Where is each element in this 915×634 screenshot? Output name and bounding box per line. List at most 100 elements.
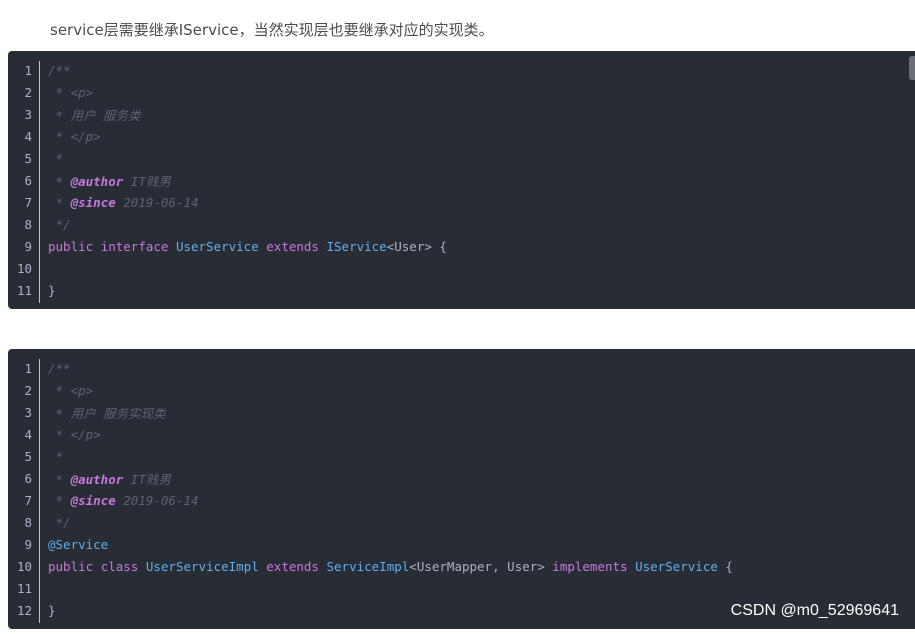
line-number: 10 [16,260,32,276]
code-token: /** [48,62,71,78]
code-line: 8 */ [8,511,915,533]
code-token: @Service [48,536,109,552]
line-number: 8 [24,514,32,530]
code-token: * <p> [48,382,94,398]
line-number-divider [39,359,40,623]
code-token: IService [326,238,387,254]
line-number: 3 [24,106,32,122]
line-number: 5 [24,448,32,464]
code-token: IT贱男 [123,173,171,189]
code-line: 3 * 用户 服务类 [8,103,915,125]
code-token: * [48,194,71,210]
code-line: 1 /** [8,59,915,81]
code-line: 7 * @since 2019-06-14 [8,489,915,511]
code-token: */ [48,216,71,232]
code-token: * </p> [48,426,101,442]
code-token: UserService [175,238,259,254]
line-number: 6 [24,470,32,486]
line-number: 4 [24,128,32,144]
code-token: } [48,282,56,298]
code-token: { [717,558,733,574]
line-number: 2 [24,382,32,398]
intro-paragraph: service层需要继承IService，当然实现层也要继承对应的实现类。 [50,21,494,39]
code-token: IT贱男 [123,471,171,487]
code-token: UserService [635,558,718,574]
line-number: 11 [16,282,32,298]
code-token: * </p> [48,128,101,144]
code-token: 2019-06-14 [115,492,199,508]
line-number: 7 [24,194,32,210]
code-line: 8 */ [8,213,915,235]
code-token: public [48,238,94,254]
code-token: * 用户 服务类 [48,107,141,123]
line-number: 1 [24,62,32,78]
code-text: * 用户 服务类 [48,105,141,124]
line-number: 9 [24,536,32,552]
code-token: } [48,602,56,618]
code-text: */ [48,217,71,232]
line-number: 10 [16,558,32,574]
code-token: * 用户 服务实现类 [48,405,166,421]
code-text: * @since 2019-06-14 [48,195,199,210]
code-text: } [48,603,56,618]
code-token: 2019-06-14 [115,194,199,210]
code-token: */ [48,514,71,530]
code-text: @Service [48,537,108,552]
code-lines: 1 /** 2 * <p> 3 * 用户 服务实现类 4 * </p> 5 * 6 * @a… [8,357,915,621]
code-text: } [48,283,56,298]
code-text: * <p> [48,382,94,398]
code-token: * [48,448,64,464]
line-number: 9 [24,238,32,254]
code-line: 7 * @since 2019-06-14 [8,191,915,213]
code-block-user-service-impl: 1 /** 2 * <p> 3 * 用户 服务实现类 4 * </p> 5 * 6 * @a… [8,349,915,629]
line-number: 8 [24,216,32,232]
code-lines: 1/** 2 * <p> 3 * 用户 服务类 4 * </p> 5 * 6 * @aut… [8,59,915,301]
line-number: 5 [24,150,32,166]
code-token: interface [100,238,169,254]
code-line: 9 public interface UserService extends IS… [8,235,915,257]
line-number: 6 [24,172,32,188]
code-line: 5 * [8,147,915,169]
code-token: * <p> [48,84,94,100]
code-token: ServiceImpl [326,558,410,574]
code-text: * [48,150,64,166]
line-number: 11 [16,580,32,596]
code-text: * </p> [48,427,101,442]
code-line: 10 public class UserServiceImpl extends S… [8,555,915,577]
code-token: * [48,150,64,166]
code-token: * [48,173,71,189]
line-number: 3 [24,404,32,420]
line-number: 2 [24,84,32,100]
code-line: 6 * @author IT贱男 [8,467,915,489]
line-number-divider [39,61,40,303]
code-token: extends [266,238,319,254]
code-text: public class UserServiceImpl extends Ser… [48,559,733,574]
code-token: <User> { [386,238,447,254]
code-token: @author [70,471,124,487]
code-line: 4 * </p> [8,423,915,445]
watermark-text: CSDN @m0_52969641 [730,602,899,619]
code-text: * @author IT贱男 [48,469,171,488]
scrollbar-thumb[interactable] [909,56,915,80]
code-text: /** [48,63,71,78]
code-line: 11 [8,577,915,599]
code-text: /** [48,361,71,376]
code-text: * </p> [48,129,101,144]
code-token: <UserMapper, User> [409,558,553,574]
code-line: 10 [8,257,915,279]
code-line: 11} [8,279,915,301]
line-number: 7 [24,492,32,508]
code-line: 4 * </p> [8,125,915,147]
code-text: * @since 2019-06-14 [48,493,199,508]
code-text: * <p> [48,84,94,100]
code-token: @author [70,173,124,189]
code-text: */ [48,515,71,530]
line-number: 1 [24,360,32,376]
code-line: 1 /** [8,357,915,379]
